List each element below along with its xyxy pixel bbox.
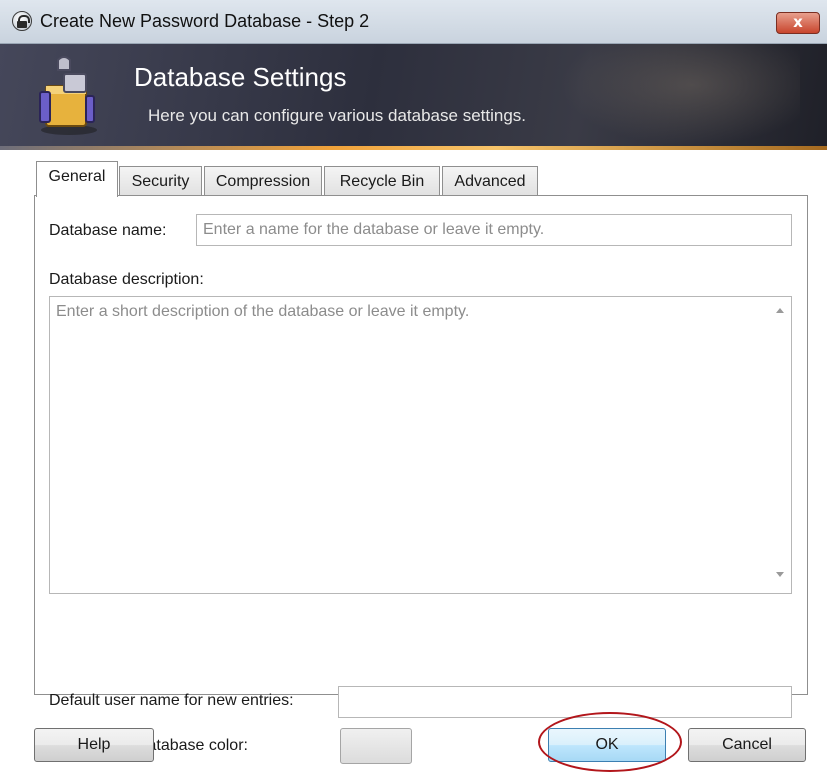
banner-subtitle: Here you can configure various database … xyxy=(148,106,527,125)
close-button[interactable]: x xyxy=(776,12,820,34)
tab-advanced[interactable]: Advanced xyxy=(442,166,538,196)
default-user-input[interactable] xyxy=(338,686,792,718)
color-picker-button[interactable] xyxy=(340,728,412,764)
default-user-label: Default user name for new entries: xyxy=(49,692,294,709)
description-scrollbar[interactable] xyxy=(772,300,788,590)
help-button[interactable]: Help xyxy=(34,728,154,762)
window-title: Create New Password Database - Step 2 xyxy=(40,11,370,31)
database-description-label: Database description: xyxy=(49,271,204,288)
scroll-down-icon[interactable] xyxy=(776,572,784,577)
lock-icon xyxy=(12,11,32,31)
ok-highlight-annotation xyxy=(538,712,682,772)
tab-recycle-bin[interactable]: Recycle Bin xyxy=(324,166,440,196)
cancel-button[interactable]: Cancel xyxy=(688,728,806,762)
database-description-input[interactable] xyxy=(49,296,792,594)
header-banner xyxy=(0,44,827,146)
banner-title: Database Settings xyxy=(134,62,347,92)
database-name-input[interactable] xyxy=(196,214,792,246)
scroll-up-icon[interactable] xyxy=(776,308,784,313)
tab-general[interactable]: General xyxy=(36,161,118,197)
tab-security[interactable]: Security xyxy=(119,166,202,196)
banner-decoration xyxy=(560,44,800,146)
tab-compression[interactable]: Compression xyxy=(204,166,322,196)
database-icon xyxy=(39,56,97,135)
title-bar: Create New Password Database - Step 2 x xyxy=(0,0,827,44)
database-name-label: Database name: xyxy=(49,222,167,239)
banner-accent-line xyxy=(0,146,827,150)
